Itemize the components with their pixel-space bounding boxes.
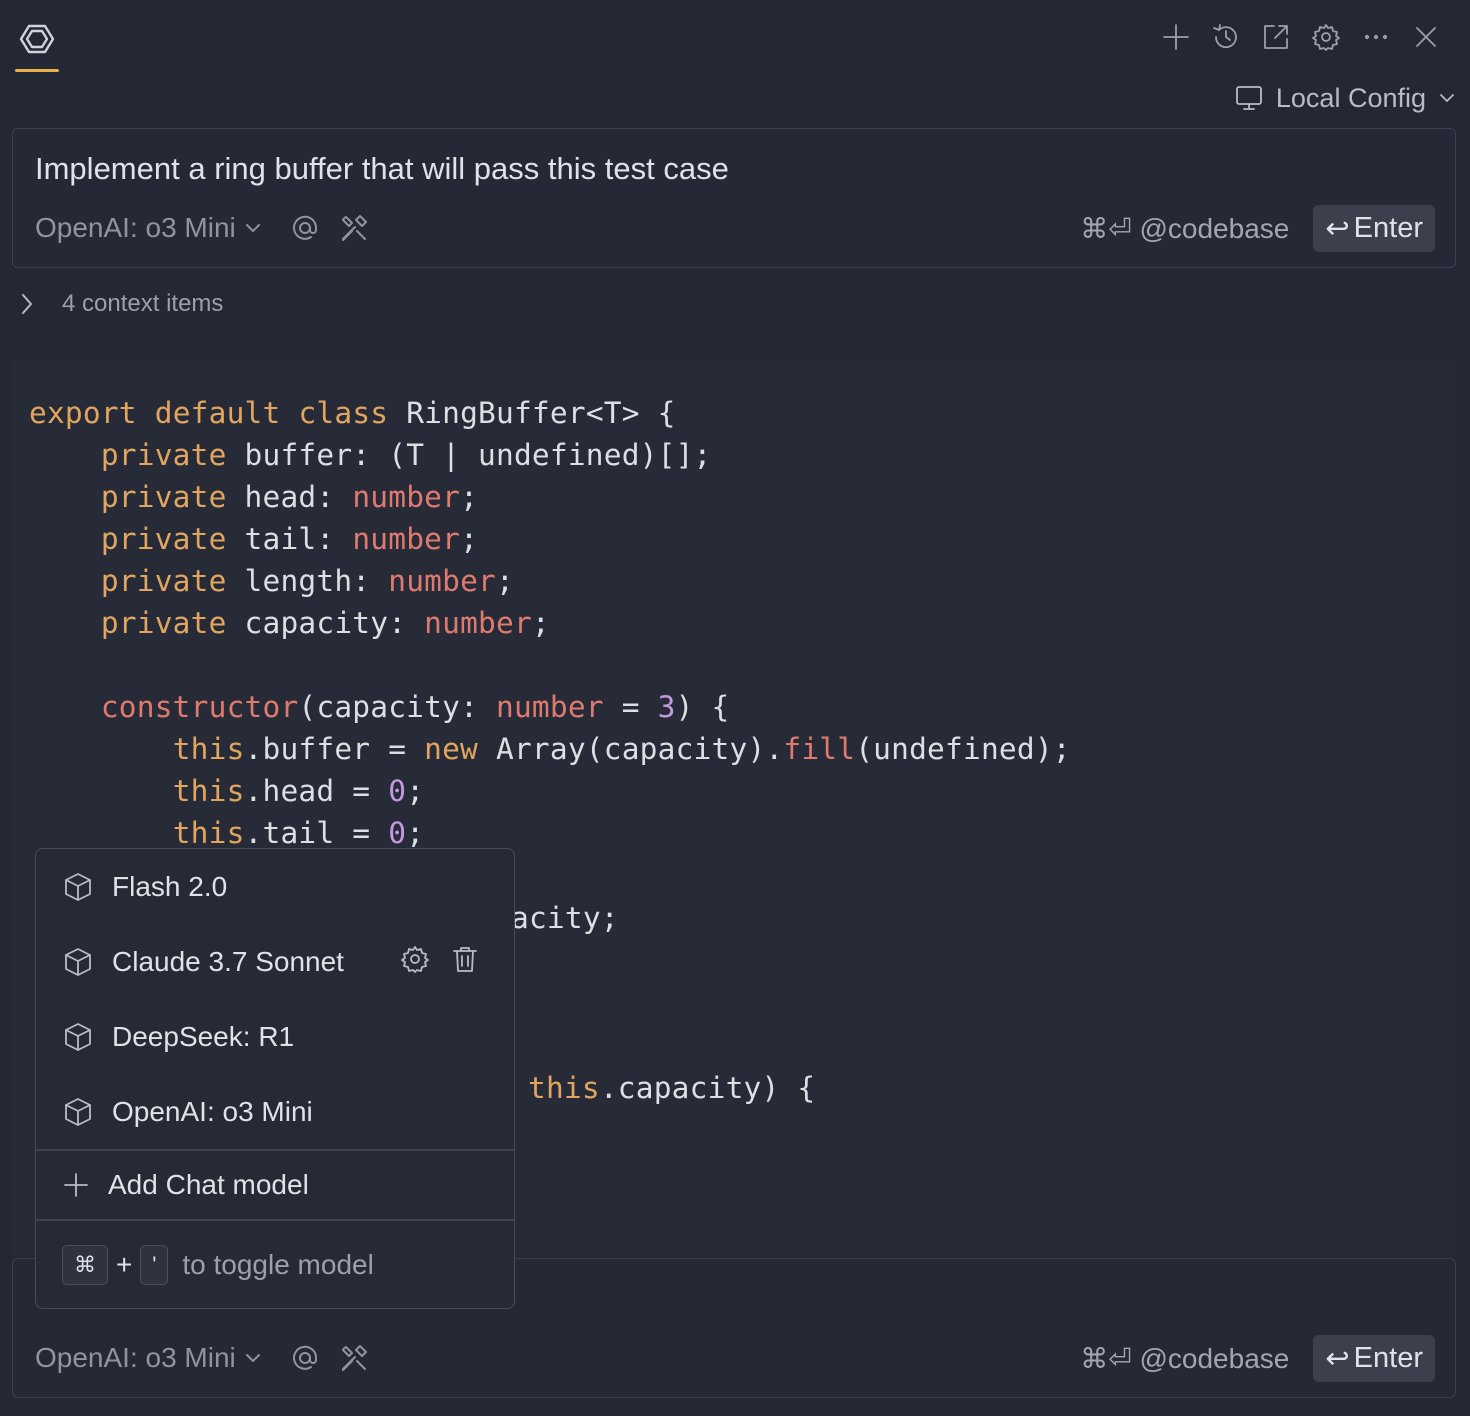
prompt-text[interactable]: Implement a ring buffer that will pass t… [35, 151, 729, 187]
at-mention-icon[interactable] [290, 213, 320, 243]
model-selector[interactable]: OpenAI: o3 Mini [35, 1342, 262, 1374]
cube-icon [62, 871, 94, 903]
input-toolbar: OpenAI: o3 Mini ⌘⏎ @codebase ↩ Enter [35, 1334, 1435, 1382]
enter-icon: ↩ [1325, 212, 1350, 245]
code-line: this.tail = 0; [172, 816, 425, 850]
submitted-prompt-box[interactable]: Implement a ring buffer that will pass t… [12, 128, 1456, 268]
code-line: constructor(capacity: number = 3) { [100, 690, 730, 724]
chevron-down-icon [245, 1354, 260, 1362]
plus-icon[interactable] [1158, 18, 1194, 56]
chevron-down-icon [1440, 94, 1454, 102]
gear-icon[interactable] [400, 944, 430, 981]
hint-text: to toggle model [182, 1249, 374, 1280]
quote-key: ' [140, 1245, 169, 1285]
history-icon[interactable] [1208, 18, 1244, 56]
config-label: Local Config [1275, 82, 1426, 113]
hint-plus: + [116, 1249, 133, 1280]
monitor-icon [1235, 86, 1262, 110]
context-items-label: 4 context items [62, 290, 224, 317]
code-line: private capacity: number; [100, 606, 550, 640]
model-option[interactable]: OpenAI: o3 Mini [36, 1082, 514, 1142]
model-option-label: OpenAI: o3 Mini [112, 1096, 313, 1127]
model-option[interactable]: Flash 2.0 [36, 857, 514, 917]
trash-icon[interactable] [450, 944, 480, 981]
model-selector-label: OpenAI: o3 Mini [35, 1342, 236, 1373]
model-selector[interactable]: OpenAI: o3 Mini [35, 212, 262, 244]
model-option-label: Claude 3.7 Sonnet [112, 946, 344, 977]
code-line: this.head = 0; [172, 774, 425, 808]
toolbar [1158, 18, 1444, 56]
code-line: private tail: number; [100, 522, 479, 556]
codebase-shortcut-hint[interactable]: ⌘⏎ @codebase [1080, 1342, 1289, 1375]
chevron-down-icon [245, 224, 260, 232]
gear-icon[interactable] [1308, 18, 1344, 56]
open-external-icon[interactable] [1258, 18, 1294, 56]
top-bar [0, 0, 1470, 80]
command-key: ⌘ [62, 1245, 108, 1285]
active-tab-indicator [15, 69, 59, 72]
model-option-actions [400, 944, 480, 981]
model-selector-label: OpenAI: o3 Mini [35, 212, 236, 243]
model-option[interactable]: Claude 3.7 Sonnet [36, 932, 514, 992]
more-icon[interactable] [1358, 18, 1394, 56]
menu-divider [36, 1149, 514, 1151]
model-option-label: DeepSeek: R1 [112, 1021, 295, 1052]
tools-icon[interactable] [338, 212, 370, 244]
code-line: private buffer: (T | undefined)[]; [100, 438, 712, 472]
cube-icon [62, 946, 94, 978]
cube-icon [62, 1096, 94, 1128]
enter-button[interactable]: ↩ Enter [1313, 204, 1435, 252]
plus-icon [62, 1171, 90, 1199]
code-line: private head: number; [100, 480, 479, 514]
code-line: export default class RingBuffer<T> { [29, 396, 676, 430]
chevron-right-icon [22, 294, 32, 314]
tools-icon[interactable] [338, 1342, 370, 1374]
codebase-shortcut-hint[interactable]: ⌘⏎ @codebase [1080, 212, 1289, 245]
model-dropdown-menu: Flash 2.0 Claude 3.7 Sonnet DeepSeek: R1… [35, 848, 515, 1309]
code-line: this.buffer = new Array(capacity).fill(u… [172, 732, 1071, 766]
model-option-label: Flash 2.0 [112, 871, 228, 902]
code-line: private length: number; [100, 564, 514, 598]
enter-icon: ↩ [1325, 1342, 1350, 1375]
at-mention-icon[interactable] [290, 1343, 320, 1373]
close-icon[interactable] [1408, 18, 1444, 56]
cube-icon [62, 1021, 94, 1053]
code-line-partial: this.capacity) { [528, 1071, 816, 1105]
toggle-model-hint: ⌘ + ' to toggle model [62, 1245, 374, 1285]
enter-button[interactable]: ↩ Enter [1313, 1334, 1435, 1382]
add-chat-model-button[interactable]: Add Chat model [36, 1155, 514, 1215]
input-toolbar: OpenAI: o3 Mini ⌘⏎ @codebase ↩ Enter [35, 204, 1435, 252]
enter-label: Enter [1353, 1341, 1423, 1374]
context-items-toggle[interactable]: 4 context items [18, 286, 223, 322]
add-chat-model-label: Add Chat model [108, 1169, 309, 1200]
config-selector[interactable]: Local Config [1234, 78, 1456, 118]
model-option[interactable]: DeepSeek: R1 [36, 1007, 514, 1067]
app-logo-icon[interactable] [18, 20, 56, 58]
enter-label: Enter [1353, 211, 1423, 244]
code-line-partial: acity; [511, 901, 619, 935]
menu-divider [36, 1219, 514, 1221]
